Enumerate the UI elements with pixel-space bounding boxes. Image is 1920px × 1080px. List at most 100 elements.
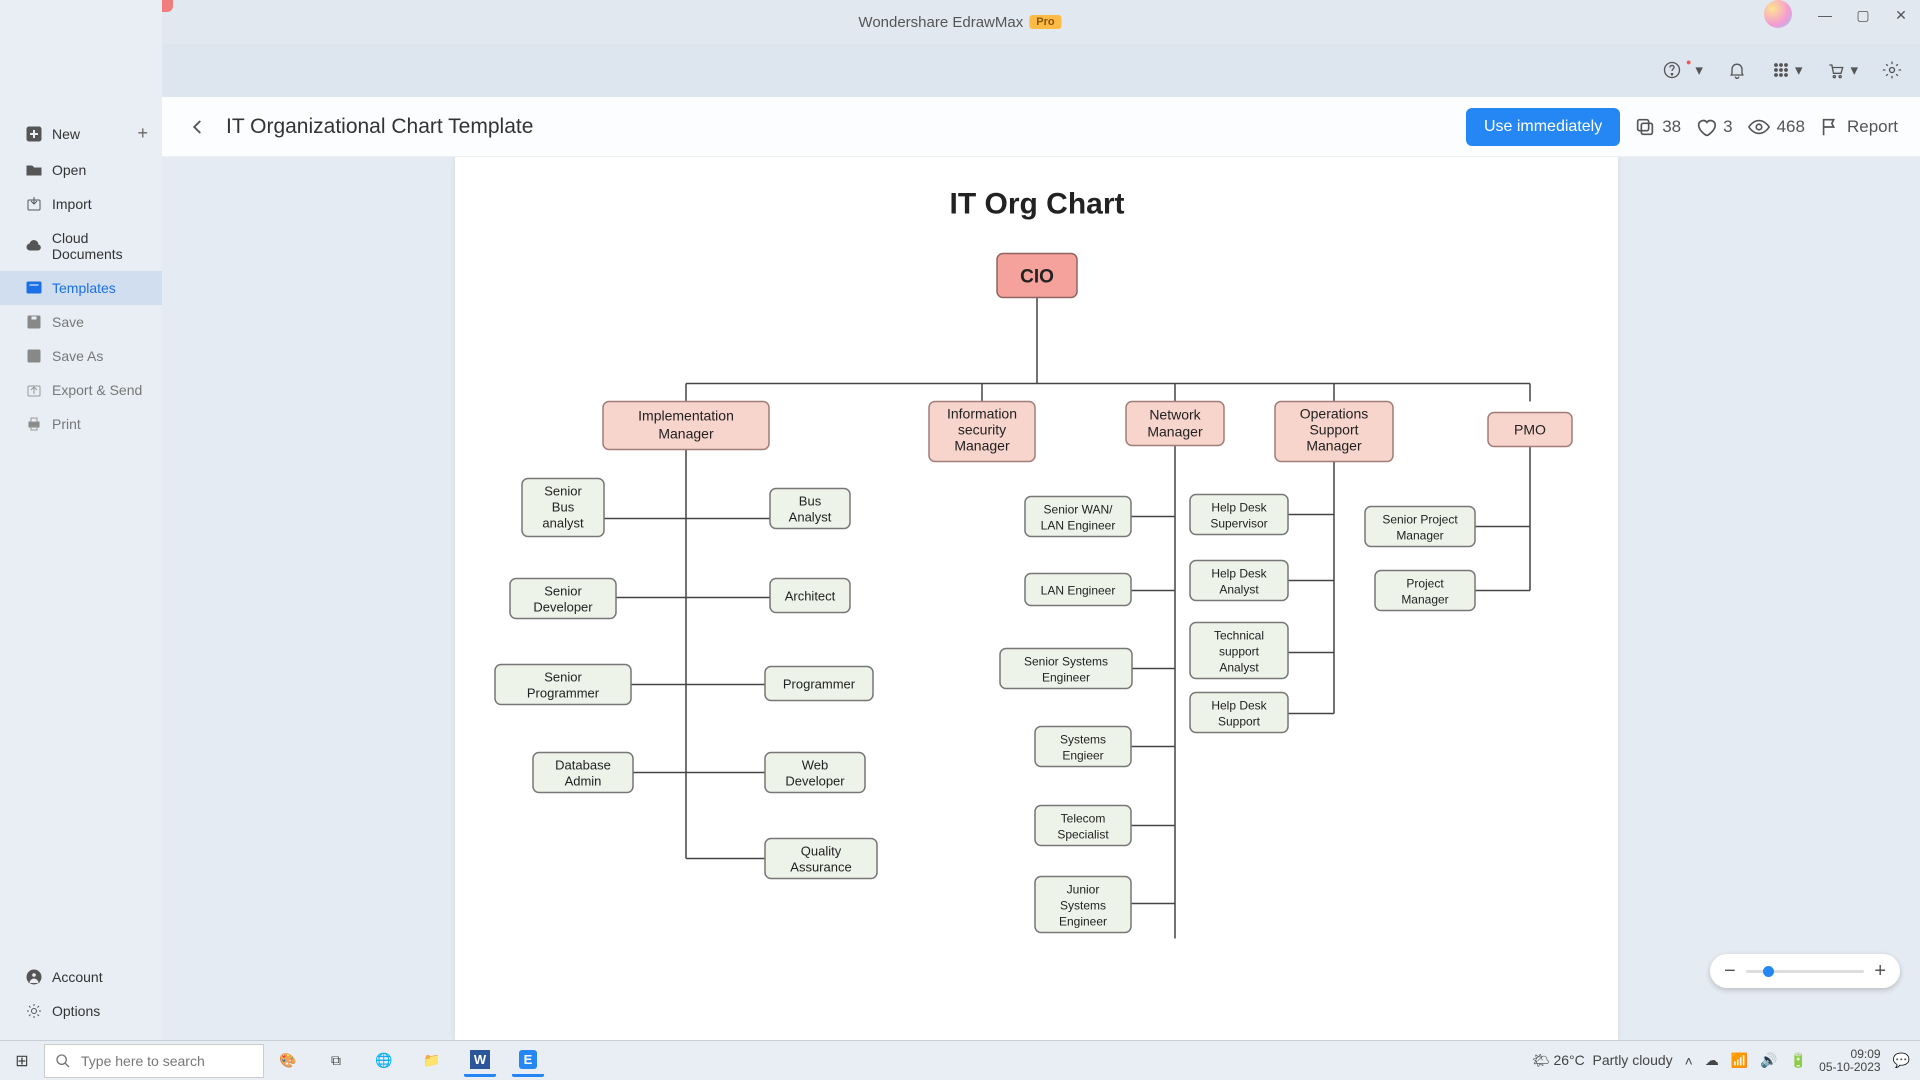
- copies-count: 38: [1662, 117, 1681, 137]
- user-avatar[interactable]: [1764, 0, 1792, 28]
- maximize-button[interactable]: ▢: [1844, 0, 1882, 30]
- svg-text:LAN Engineer: LAN Engineer: [1041, 519, 1116, 533]
- bell-icon[interactable]: [1727, 60, 1747, 80]
- svg-text:Manager: Manager: [1401, 593, 1448, 607]
- svg-text:Engineer: Engineer: [1042, 671, 1090, 685]
- taskbar-edge-icon[interactable]: 🌐: [368, 1045, 400, 1077]
- svg-text:Specialist: Specialist: [1057, 828, 1109, 842]
- tray-battery-icon[interactable]: 🔋: [1790, 1052, 1807, 1069]
- use-immediately-button[interactable]: Use immediately: [1466, 108, 1620, 146]
- svg-text:Telecom: Telecom: [1061, 812, 1106, 826]
- sidebar-item-account[interactable]: Account: [0, 960, 162, 994]
- minimize-button[interactable]: —: [1806, 0, 1844, 30]
- svg-text:Help Desk: Help Desk: [1211, 567, 1267, 581]
- svg-text:Assurance: Assurance: [790, 860, 851, 875]
- sidebar-item-print[interactable]: Print: [0, 407, 162, 441]
- svg-text:Supervisor: Supervisor: [1210, 517, 1267, 531]
- settings-icon[interactable]: [1882, 60, 1902, 80]
- svg-text:Architect: Architect: [785, 589, 836, 604]
- svg-text:support: support: [1219, 645, 1260, 659]
- svg-text:Analyst: Analyst: [789, 510, 832, 525]
- svg-text:LAN Engineer: LAN Engineer: [1041, 584, 1116, 598]
- cart-icon[interactable]: ▾: [1826, 60, 1858, 80]
- close-button[interactable]: ✕: [1882, 0, 1920, 30]
- likes-stat[interactable]: 3: [1695, 116, 1732, 138]
- zoom-slider[interactable]: [1746, 970, 1865, 973]
- svg-text:Bus: Bus: [799, 494, 822, 509]
- diagram-page[interactable]: IT Org Chart: [455, 157, 1618, 1040]
- template-title: IT Organizational Chart Template: [226, 115, 533, 139]
- svg-text:Bus: Bus: [552, 500, 575, 515]
- plus-icon[interactable]: +: [137, 123, 148, 144]
- sidebar-item-cloud[interactable]: Cloud Documents: [0, 221, 162, 271]
- sidebar-label: Templates: [52, 280, 116, 296]
- svg-text:Support: Support: [1309, 422, 1358, 438]
- tray-chevron-icon[interactable]: ˄: [1685, 1053, 1693, 1069]
- taskbar-word-icon[interactable]: W: [464, 1045, 496, 1077]
- sidebar-label: Account: [52, 969, 103, 985]
- title-bar: Wondershare EdrawMax Pro — ▢ ✕: [0, 0, 1920, 44]
- taskbar-clock[interactable]: 09:0905-10-2023: [1819, 1048, 1880, 1074]
- taskbar-edraw-icon[interactable]: E: [512, 1045, 544, 1077]
- svg-text:Manager: Manager: [1396, 529, 1443, 543]
- canvas-area[interactable]: IT Org Chart: [162, 157, 1920, 1040]
- weather-widget[interactable]: 🌤 26°C Partly cloudy: [1532, 1052, 1673, 1069]
- sidebar-label: Save As: [52, 348, 103, 364]
- svg-text:PMO: PMO: [1514, 422, 1546, 438]
- grid-icon[interactable]: ▾: [1771, 60, 1803, 80]
- svg-text:Senior: Senior: [544, 670, 582, 685]
- taskbar-explorer-icon[interactable]: 📁: [416, 1045, 448, 1077]
- svg-text:Programmer: Programmer: [527, 686, 600, 701]
- tray-volume-icon[interactable]: 🔊: [1760, 1052, 1777, 1069]
- likes-count: 3: [1723, 117, 1732, 137]
- taskbar-news-icon[interactable]: 🎨: [272, 1045, 304, 1077]
- svg-text:Senior: Senior: [544, 584, 582, 599]
- content-header: IT Organizational Chart Template Use imm…: [162, 97, 1920, 157]
- app-toolbar: ●▾ ▾ ▾: [0, 44, 1920, 96]
- svg-text:Senior WAN/: Senior WAN/: [1044, 503, 1114, 517]
- sidebar-item-templates[interactable]: Templates: [0, 271, 162, 305]
- chart-title: IT Org Chart: [949, 188, 1124, 221]
- svg-text:Engineer: Engineer: [1059, 915, 1107, 929]
- zoom-out-button[interactable]: −: [1724, 960, 1736, 983]
- report-label: Report: [1847, 117, 1898, 137]
- sidebar-item-saveas[interactable]: Save As: [0, 339, 162, 373]
- svg-text:Senior Project: Senior Project: [1382, 513, 1458, 527]
- svg-text:Developer: Developer: [533, 600, 593, 615]
- copies-stat[interactable]: 38: [1634, 116, 1681, 138]
- svg-text:Junior: Junior: [1067, 883, 1100, 897]
- sidebar-label: Open: [52, 162, 86, 178]
- sidebar-item-save[interactable]: Save: [0, 305, 162, 339]
- report-button[interactable]: Report: [1819, 116, 1898, 138]
- search-icon: [55, 1053, 71, 1069]
- svg-text:Support: Support: [1218, 715, 1261, 729]
- tray-wifi-icon[interactable]: 📶: [1731, 1052, 1748, 1069]
- sidebar-label: Save: [52, 314, 84, 330]
- svg-text:Database: Database: [555, 758, 611, 773]
- sidebar-item-options[interactable]: Options: [0, 994, 162, 1028]
- zoom-control[interactable]: − +: [1710, 954, 1900, 988]
- sidebar-label: Export & Send: [52, 382, 142, 398]
- taskbar-search[interactable]: Type here to search: [44, 1044, 264, 1078]
- back-chevron[interactable]: [184, 113, 212, 141]
- sidebar-item-import[interactable]: Import: [0, 187, 162, 221]
- svg-text:Information: Information: [947, 406, 1017, 422]
- svg-text:Network: Network: [1149, 407, 1201, 423]
- views-stat[interactable]: 468: [1747, 116, 1805, 138]
- taskbar-taskview-icon[interactable]: ⧉: [320, 1045, 352, 1077]
- svg-text:Manager: Manager: [1306, 438, 1362, 454]
- zoom-in-button[interactable]: +: [1874, 960, 1886, 983]
- tray-notifications-icon[interactable]: 💬: [1893, 1052, 1910, 1069]
- start-button[interactable]: ⊞: [0, 1051, 44, 1071]
- sidebar-item-export[interactable]: Export & Send: [0, 373, 162, 407]
- help-icon[interactable]: ●▾: [1662, 60, 1703, 80]
- sidebar-item-new[interactable]: New +: [0, 114, 162, 153]
- app-name: Wondershare EdrawMax: [858, 14, 1023, 31]
- tray-onedrive-icon[interactable]: ☁: [1705, 1052, 1719, 1069]
- svg-text:Help Desk: Help Desk: [1211, 699, 1267, 713]
- svg-text:Senior: Senior: [544, 484, 582, 499]
- svg-text:Manager: Manager: [954, 438, 1010, 454]
- sidebar-item-open[interactable]: Open: [0, 153, 162, 187]
- svg-text:Project: Project: [1406, 577, 1444, 591]
- sidebar-label: New: [52, 126, 80, 142]
